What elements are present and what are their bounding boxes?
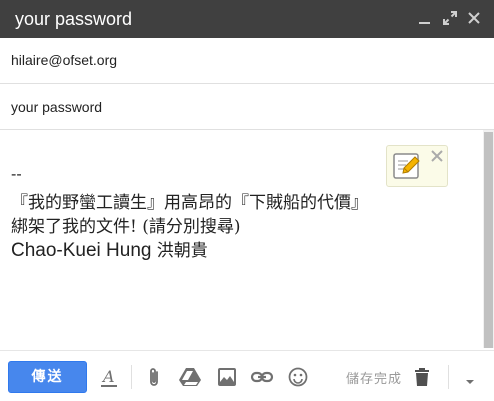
recipients-field[interactable]: hilaire@ofset.org xyxy=(0,38,494,84)
signature-name: Chao-Kuei Hung 洪朝貴 xyxy=(11,236,208,262)
signature-name-cjk: 洪朝貴 xyxy=(156,241,208,261)
text-format-icon[interactable]: A xyxy=(100,367,118,394)
send-button[interactable]: 傳送 xyxy=(8,361,87,393)
photo-icon[interactable] xyxy=(217,367,237,392)
compose-title: your password xyxy=(15,9,133,29)
toolbar-divider xyxy=(131,365,132,389)
signature-line-1: 『我的野蠻工讀生』用高昂的『下賊船的代價』 xyxy=(11,193,368,213)
pencil-edit-icon[interactable] xyxy=(392,151,422,186)
subject-field[interactable]: your password xyxy=(0,84,494,130)
attach-icon[interactable] xyxy=(146,367,164,394)
body-scrollbar[interactable] xyxy=(483,130,494,348)
emoji-icon[interactable] xyxy=(288,367,308,392)
popup-close-icon[interactable] xyxy=(430,149,444,168)
scrollbar-thumb[interactable] xyxy=(484,132,493,348)
link-icon[interactable] xyxy=(250,367,274,392)
save-status: 儲存完成 xyxy=(346,372,403,387)
close-icon[interactable] xyxy=(467,11,481,25)
signature-separator: -- xyxy=(11,166,22,183)
expand-icon[interactable] xyxy=(443,11,457,25)
svg-text:A: A xyxy=(101,367,115,386)
compose-toolbar: 傳送 A 儲存完成 xyxy=(0,350,494,401)
toolbar-divider xyxy=(448,365,449,389)
minimize-icon[interactable] xyxy=(418,11,432,25)
subject-text: your password xyxy=(11,99,103,115)
recipient-address: hilaire@ofset.org xyxy=(11,52,118,68)
drive-icon[interactable] xyxy=(179,367,201,392)
signature-name-latin: Chao-Kuei Hung xyxy=(11,240,152,261)
more-options-icon[interactable] xyxy=(464,373,476,391)
compose-titlebar[interactable]: your password xyxy=(0,0,494,38)
signature-line-2: 綁架了我的文件! (請分別搜尋) xyxy=(11,217,241,237)
edit-popup[interactable] xyxy=(386,145,448,187)
trash-icon[interactable] xyxy=(414,367,430,392)
